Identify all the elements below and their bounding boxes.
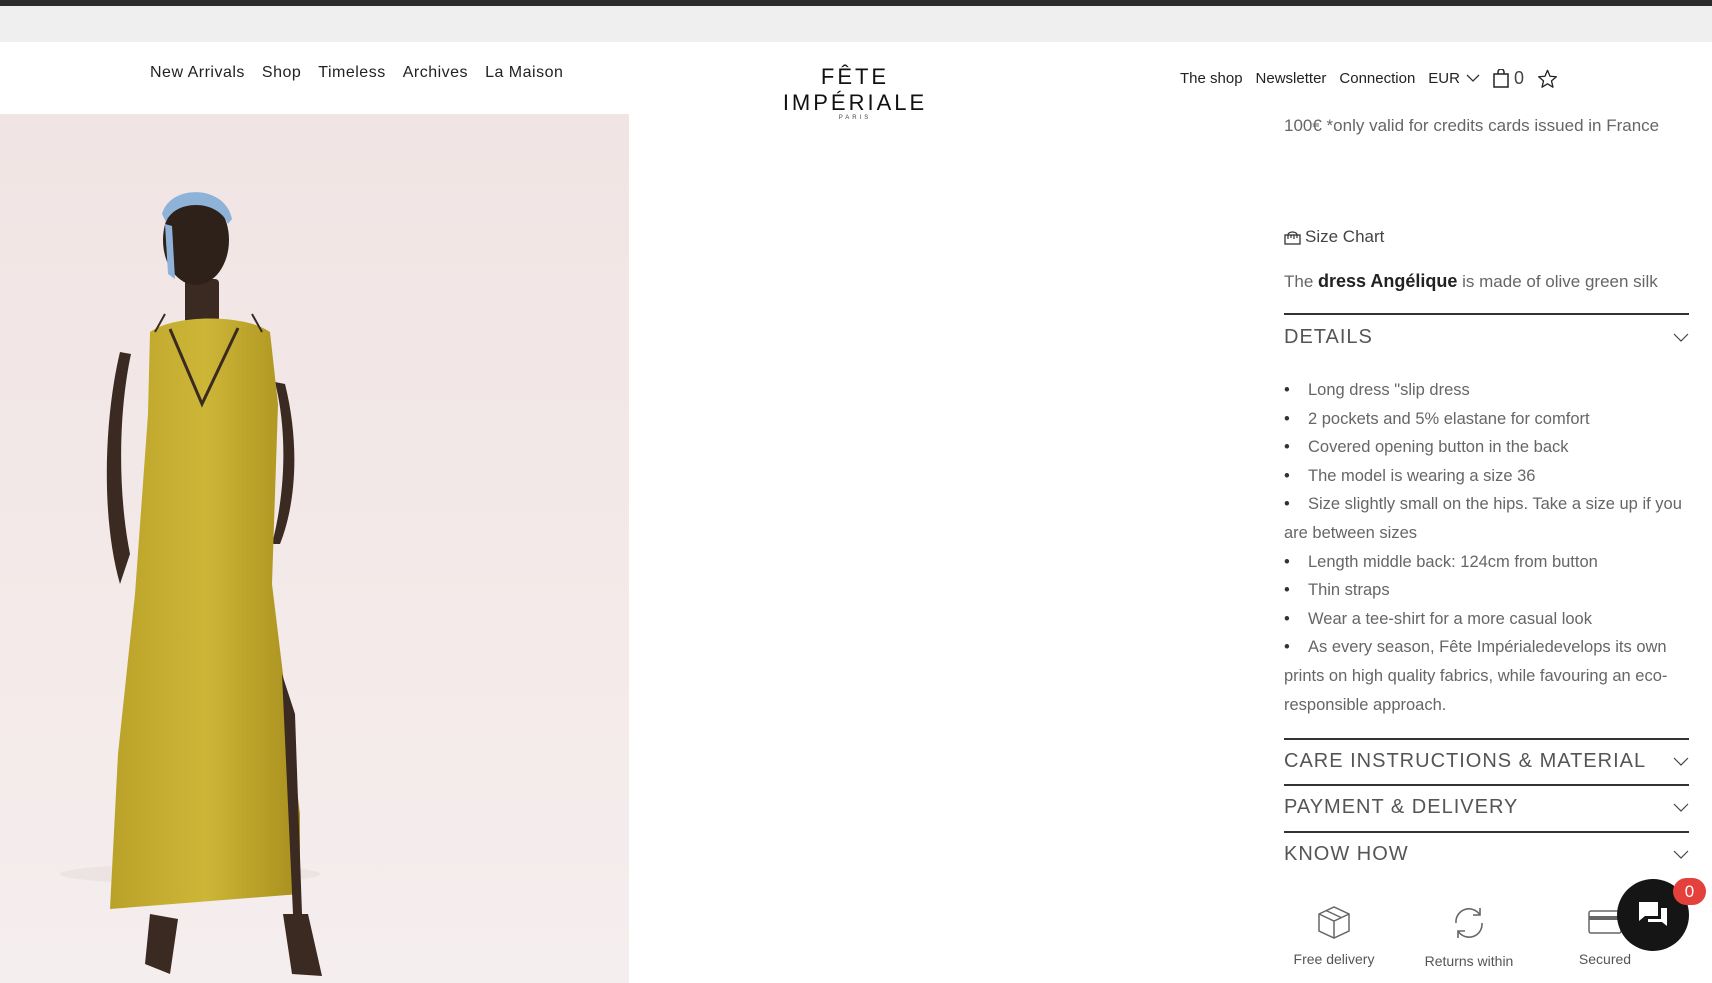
box-icon: [1318, 906, 1350, 939]
shopping-bag-icon: [1493, 69, 1509, 88]
size-chart-label: Size Chart: [1305, 227, 1385, 246]
feature-label: Secured: [1578, 951, 1632, 967]
nav-la-maison[interactable]: La Maison: [485, 64, 563, 82]
desc-prefix: The: [1284, 272, 1314, 291]
list-item: Thin straps: [1284, 576, 1689, 605]
feature-label: Returns within: [1424, 953, 1514, 969]
care-accordion-header[interactable]: CARE INSTRUCTIONS & MATERIAL: [1284, 746, 1689, 776]
feature-label: Free delivery: [1293, 951, 1375, 967]
payment-accordion-header[interactable]: PAYMENT & DELIVERY: [1284, 792, 1689, 822]
list-item: Covered opening button in the back: [1284, 433, 1689, 462]
divider: [1284, 784, 1689, 786]
returns-icon: [1455, 908, 1483, 938]
product-description: The dress Angélique is made of olive gre…: [1284, 271, 1658, 292]
model-illustration: [60, 192, 322, 976]
list-item: The model is wearing a size 36: [1284, 462, 1689, 491]
nav-connection[interactable]: Connection: [1339, 70, 1415, 87]
brand-logo[interactable]: FÊTE IMPÉRIALE PARIS: [752, 64, 958, 121]
cart-button[interactable]: 0: [1493, 68, 1524, 89]
site-header: New Arrivals Shop Timeless Archives La M…: [0, 42, 1712, 121]
list-item: 2 pockets and 5% elastane for comfort: [1284, 405, 1689, 434]
announcement-bar: [0, 6, 1712, 42]
utility-nav: The shop Newsletter Connection EUR 0: [1180, 68, 1558, 89]
chevron-down-icon: [1673, 850, 1689, 859]
details-list: Long dress "slip dress 2 pockets and 5% …: [1284, 376, 1689, 719]
list-item: As every season, Fête Impérialedevelops …: [1284, 633, 1689, 719]
nav-the-shop[interactable]: The shop: [1180, 70, 1243, 87]
divider: [1284, 738, 1689, 740]
list-item: Size slightly small on the hips. Take a …: [1284, 490, 1689, 547]
nav-shop[interactable]: Shop: [262, 64, 301, 82]
chevron-down-icon: [1673, 757, 1689, 766]
care-title: CARE INSTRUCTIONS & MATERIAL: [1284, 749, 1647, 772]
currency-label: EUR: [1428, 70, 1460, 87]
list-item: Wear a tee-shirt for a more casual look: [1284, 605, 1689, 634]
chevron-down-icon: [1673, 333, 1689, 342]
nav-timeless[interactable]: Timeless: [318, 64, 385, 82]
cart-count: 0: [1513, 68, 1524, 88]
knowhow-accordion-header[interactable]: KNOW HOW: [1284, 839, 1689, 869]
feature-returns: Returns within: [1419, 905, 1519, 969]
chevron-down-icon: [1673, 803, 1689, 812]
star-icon[interactable]: [1537, 69, 1558, 89]
list-item: Long dress "slip dress: [1284, 376, 1689, 405]
nav-new-arrivals[interactable]: New Arrivals: [150, 64, 245, 82]
chat-icon: [1639, 902, 1667, 926]
currency-selector[interactable]: EUR: [1428, 70, 1480, 87]
product-photo[interactable]: [0, 114, 629, 983]
size-chart-link[interactable]: Size Chart: [1284, 227, 1384, 247]
product-name: dress Angélique: [1318, 271, 1458, 291]
logo-text: FÊTE IMPÉRIALE: [782, 64, 928, 115]
ruler-icon: [1284, 230, 1301, 245]
chat-notification-badge: 0: [1673, 878, 1706, 905]
nav-newsletter[interactable]: Newsletter: [1256, 70, 1327, 87]
main-nav: New Arrivals Shop Timeless Archives La M…: [150, 64, 563, 82]
payment-title: PAYMENT & DELIVERY: [1284, 795, 1519, 818]
credit-note: 100€ *only valid for credits cards issue…: [1284, 116, 1660, 135]
chevron-down-icon: [1466, 74, 1480, 82]
nav-archives[interactable]: Archives: [403, 64, 468, 82]
details-accordion-header[interactable]: DETAILS: [1284, 322, 1689, 352]
list-item: Length middle back: 124cm from button: [1284, 548, 1689, 577]
details-title: DETAILS: [1284, 325, 1373, 348]
feature-free-delivery: Free delivery: [1284, 905, 1384, 967]
desc-suffix: is made of olive green silk: [1462, 272, 1658, 291]
divider: [1284, 831, 1689, 833]
divider: [1284, 313, 1689, 315]
knowhow-title: KNOW HOW: [1284, 842, 1409, 865]
